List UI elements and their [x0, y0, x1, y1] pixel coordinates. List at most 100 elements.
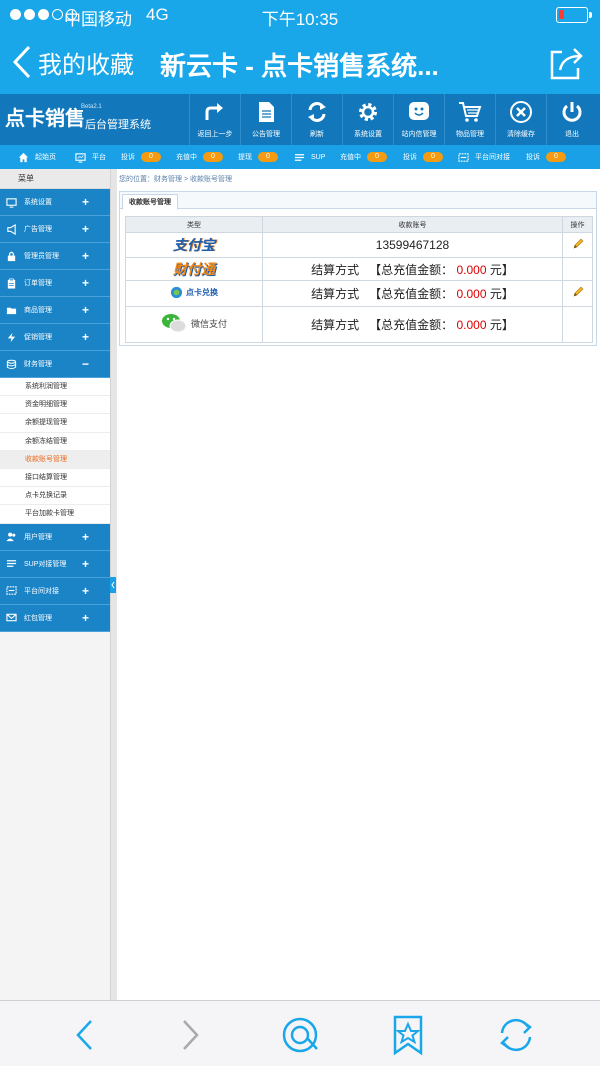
table-row: 财付通 结算方式 【总充值金额： 0.000 元】 [125, 257, 593, 281]
sidebar-toggle-handle[interactable] [110, 577, 116, 593]
sidebar-item-orders[interactable]: 订单管理 + [0, 270, 110, 297]
toolbar-notice-button[interactable]: 公告管理 [240, 94, 291, 145]
toolbar-back-button[interactable]: 返回上一步 [189, 94, 240, 145]
toolbar-label: 刷新 [310, 131, 324, 138]
browser-home-button[interactable] [278, 1013, 322, 1057]
toolbar-clear-cache-button[interactable]: 清除缓存 [495, 94, 546, 145]
sidebar-item-promotions[interactable]: 促销管理 + [0, 324, 110, 351]
toolbar-refresh-button[interactable]: 刷新 [291, 94, 342, 145]
back-button[interactable]: 我的收藏 [10, 42, 134, 82]
cart-icon [459, 102, 482, 122]
tenpay-logo: 财付通 [173, 262, 215, 278]
column-header-type: 类型 [125, 216, 263, 233]
account-cell: 结算方式 【总充值金额： 0.000 元】 [262, 257, 563, 281]
sidebar-subitem[interactable]: 点卡兑换记录 [0, 487, 110, 506]
toolbar-message-button[interactable]: 站内信管理 [393, 94, 444, 145]
edit-pencil-icon[interactable] [572, 286, 584, 298]
folder-icon [6, 307, 17, 314]
admin-header: 点卡销售 Beta2.1 后台管理系统 返回上一步 公告管理 刷新 系统设置 站… [0, 94, 600, 145]
link-icon [458, 152, 469, 162]
recharging-badge: 0 [367, 152, 387, 162]
recharging-counter[interactable]: 充值中 0 [176, 145, 223, 169]
table-header-row: 类型 收款账号 操作 [125, 216, 593, 233]
sidebar-item-label: 订单管理 [24, 280, 52, 287]
tab-receiving-accounts[interactable]: 收款账号管理 [122, 194, 178, 210]
sidebar-item-users[interactable]: 用户管理 + [0, 523, 110, 551]
complaint-badge: 0 [141, 152, 161, 162]
sidebar-subitem[interactable]: 系统利润管理 [0, 378, 110, 397]
brand-cell: 微信支付 [125, 306, 263, 343]
sidebar-item-goods[interactable]: 商品管理 + [0, 297, 110, 324]
amount-unit: 元】 [489, 318, 514, 332]
toolbar-label: 清除缓存 [507, 131, 535, 138]
sup-link[interactable]: SUP [294, 145, 325, 169]
sidebar-subitem[interactable]: 余额提现管理 [0, 414, 110, 433]
toolbar-logout-button[interactable]: 退出 [546, 94, 597, 145]
browser-forward-button[interactable] [168, 1013, 212, 1057]
plus-icon: + [82, 556, 90, 571]
info-strip: 起始页 平台 投诉 0 充值中 0 提现 0 SUP 充值中 0 投诉 0 平台间对接 投… [0, 145, 600, 169]
total-amount: 0.000 [456, 318, 487, 332]
message-icon [409, 102, 429, 120]
withdraw-counter[interactable]: 提现 0 [238, 145, 278, 169]
power-icon [562, 102, 582, 122]
card-exchange-label: 点卡兑换 [186, 287, 218, 297]
sidebar-item-label: 平台间对接 [24, 587, 59, 595]
reload-button[interactable] [494, 1013, 538, 1057]
chevron-left-icon [12, 45, 31, 79]
edit-pencil-icon[interactable] [572, 238, 584, 250]
home-label: 起始页 [35, 154, 56, 161]
sidebar-subitem[interactable]: 资金明细管理 [0, 396, 110, 415]
toolbar-label: 站内信管理 [401, 131, 437, 138]
sidebar-title: 菜单 [0, 169, 110, 189]
sidebar-item-label: 财务管理 [24, 361, 52, 368]
account-cell: 13599467128 [262, 232, 563, 258]
sidebar-item-ads[interactable]: 广告管理 + [0, 216, 110, 243]
sidebar-subitem[interactable]: 平台加款卡管理 [0, 505, 110, 524]
document-icon [259, 102, 274, 122]
sup-recharging-counter[interactable]: 充值中 0 [340, 145, 387, 169]
settle-label: 结算方式 [311, 318, 360, 332]
gear-icon [359, 103, 377, 121]
share-button[interactable] [546, 42, 586, 82]
clipboard-icon [7, 278, 16, 289]
home-link[interactable]: 起始页 [18, 145, 56, 169]
dock-complaint-counter[interactable]: 投诉 0 [526, 145, 566, 169]
sidebar-item-platform-dock[interactable]: 平台间对接 + [0, 577, 110, 605]
table-row: 微信支付 结算方式 【总充值金额： 0.000 元】 [125, 306, 593, 343]
sidebar-item-red-packets[interactable]: 红包管理 + [0, 604, 110, 632]
operation-cell [562, 232, 593, 258]
complaint-badge: 0 [423, 152, 443, 162]
sup-complaint-counter[interactable]: 投诉 0 [403, 145, 443, 169]
tab-panel: 收款账号管理 类型 收款账号 操作 支付宝 13599467128 财付通 结算… [119, 191, 597, 346]
monitor-icon [75, 152, 86, 163]
lock-icon [7, 251, 16, 261]
ios-top-bar: 中国移动 4G 下午10:35 我的收藏 新云卡 - 点卡销售系统... [0, 0, 600, 94]
platform-dock-link[interactable]: 平台间对接 [458, 145, 510, 169]
sidebar-item-label: SUP对接管理 [24, 560, 67, 568]
complaint-counter[interactable]: 投诉 0 [121, 145, 161, 169]
plus-icon: + [82, 330, 90, 344]
account-cell: 结算方式 【总充值金额： 0.000 元】 [262, 280, 563, 307]
column-header-account: 收款账号 [262, 216, 563, 233]
browser-back-button[interactable] [62, 1013, 106, 1057]
sidebar-item-label: 促销管理 [24, 334, 52, 341]
platform-link[interactable]: 平台 [75, 145, 106, 169]
bookmarks-button[interactable] [386, 1013, 430, 1057]
browser-logo-icon [282, 1017, 318, 1053]
sidebar-subitem[interactable]: 接口结算管理 [0, 468, 110, 488]
sidebar-item-finance[interactable]: 财务管理 − [0, 351, 110, 378]
sidebar-item-sup[interactable]: SUP对接管理 + [0, 550, 110, 578]
logo-main-text: 点卡销售 [5, 106, 85, 130]
sidebar-subitem-active[interactable]: 收款账号管理 [0, 450, 110, 469]
toolbar-goods-button[interactable]: 物品管理 [444, 94, 495, 145]
sidebar-item-admins[interactable]: 管理员管理 + [0, 243, 110, 270]
toolbar-settings-button[interactable]: 系统设置 [342, 94, 393, 145]
envelope-icon [6, 613, 17, 622]
sidebar-subitem[interactable]: 余额冻结管理 [0, 432, 110, 451]
toolbar-label: 返回上一步 [197, 131, 233, 138]
column-header-operation: 操作 [562, 216, 593, 233]
close-circle-icon [510, 101, 532, 123]
platform-dock-label: 平台间对接 [475, 154, 510, 161]
sidebar-item-system-settings[interactable]: 系统设置 + [0, 189, 110, 216]
